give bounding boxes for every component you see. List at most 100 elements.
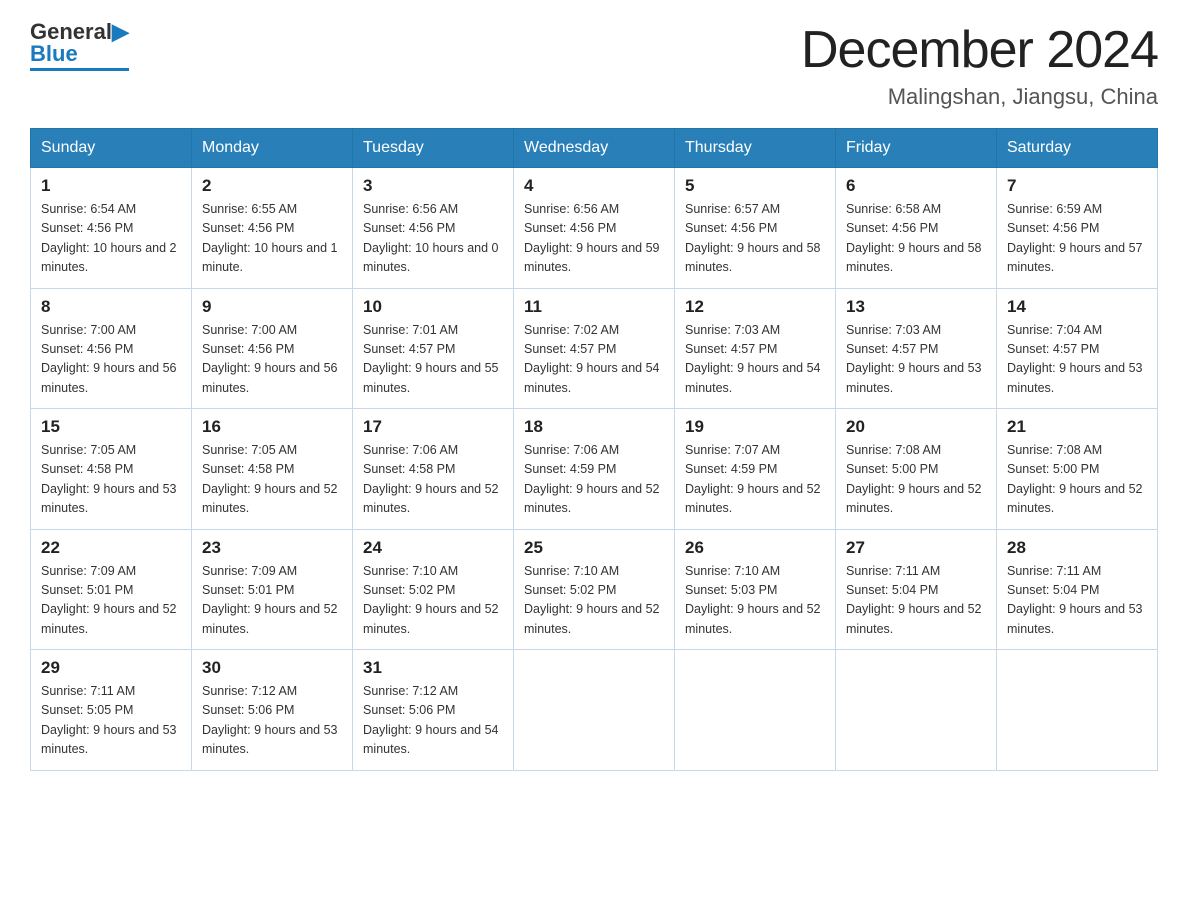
table-row: 17 Sunrise: 7:06 AMSunset: 4:58 PMDaylig… bbox=[353, 409, 514, 530]
day-number: 13 bbox=[846, 297, 986, 317]
day-number: 6 bbox=[846, 176, 986, 196]
day-info: Sunrise: 7:09 AMSunset: 5:01 PMDaylight:… bbox=[202, 564, 338, 636]
table-row: 23 Sunrise: 7:09 AMSunset: 5:01 PMDaylig… bbox=[192, 529, 353, 650]
day-number: 23 bbox=[202, 538, 342, 558]
col-monday: Monday bbox=[192, 129, 353, 168]
calendar-week-row: 15 Sunrise: 7:05 AMSunset: 4:58 PMDaylig… bbox=[31, 409, 1158, 530]
table-row: 7 Sunrise: 6:59 AMSunset: 4:56 PMDayligh… bbox=[997, 168, 1158, 289]
logo-blue-text: Blue bbox=[30, 42, 78, 66]
day-number: 16 bbox=[202, 417, 342, 437]
table-row bbox=[836, 650, 997, 771]
day-info: Sunrise: 7:07 AMSunset: 4:59 PMDaylight:… bbox=[685, 443, 821, 515]
table-row: 30 Sunrise: 7:12 AMSunset: 5:06 PMDaylig… bbox=[192, 650, 353, 771]
logo: General▶ Blue bbox=[30, 20, 129, 71]
day-info: Sunrise: 6:58 AMSunset: 4:56 PMDaylight:… bbox=[846, 202, 982, 274]
table-row: 31 Sunrise: 7:12 AMSunset: 5:06 PMDaylig… bbox=[353, 650, 514, 771]
table-row: 25 Sunrise: 7:10 AMSunset: 5:02 PMDaylig… bbox=[514, 529, 675, 650]
calendar-subtitle: Malingshan, Jiangsu, China bbox=[801, 84, 1158, 110]
day-number: 20 bbox=[846, 417, 986, 437]
day-info: Sunrise: 7:04 AMSunset: 4:57 PMDaylight:… bbox=[1007, 323, 1143, 395]
day-info: Sunrise: 7:11 AMSunset: 5:04 PMDaylight:… bbox=[846, 564, 982, 636]
table-row: 11 Sunrise: 7:02 AMSunset: 4:57 PMDaylig… bbox=[514, 288, 675, 409]
day-info: Sunrise: 7:05 AMSunset: 4:58 PMDaylight:… bbox=[202, 443, 338, 515]
calendar-week-row: 8 Sunrise: 7:00 AMSunset: 4:56 PMDayligh… bbox=[31, 288, 1158, 409]
day-number: 19 bbox=[685, 417, 825, 437]
calendar-week-row: 22 Sunrise: 7:09 AMSunset: 5:01 PMDaylig… bbox=[31, 529, 1158, 650]
day-info: Sunrise: 7:03 AMSunset: 4:57 PMDaylight:… bbox=[685, 323, 821, 395]
table-row: 2 Sunrise: 6:55 AMSunset: 4:56 PMDayligh… bbox=[192, 168, 353, 289]
day-info: Sunrise: 7:00 AMSunset: 4:56 PMDaylight:… bbox=[202, 323, 338, 395]
table-row bbox=[514, 650, 675, 771]
day-number: 29 bbox=[41, 658, 181, 678]
calendar-header-row: Sunday Monday Tuesday Wednesday Thursday… bbox=[31, 129, 1158, 168]
day-info: Sunrise: 6:57 AMSunset: 4:56 PMDaylight:… bbox=[685, 202, 821, 274]
day-info: Sunrise: 7:02 AMSunset: 4:57 PMDaylight:… bbox=[524, 323, 660, 395]
day-number: 21 bbox=[1007, 417, 1147, 437]
logo-underline bbox=[30, 68, 129, 71]
day-number: 17 bbox=[363, 417, 503, 437]
day-number: 12 bbox=[685, 297, 825, 317]
day-info: Sunrise: 7:08 AMSunset: 5:00 PMDaylight:… bbox=[846, 443, 982, 515]
table-row: 18 Sunrise: 7:06 AMSunset: 4:59 PMDaylig… bbox=[514, 409, 675, 530]
day-info: Sunrise: 6:56 AMSunset: 4:56 PMDaylight:… bbox=[524, 202, 660, 274]
table-row: 3 Sunrise: 6:56 AMSunset: 4:56 PMDayligh… bbox=[353, 168, 514, 289]
day-number: 31 bbox=[363, 658, 503, 678]
day-info: Sunrise: 6:56 AMSunset: 4:56 PMDaylight:… bbox=[363, 202, 499, 274]
day-info: Sunrise: 7:11 AMSunset: 5:04 PMDaylight:… bbox=[1007, 564, 1143, 636]
day-number: 7 bbox=[1007, 176, 1147, 196]
calendar-table: Sunday Monday Tuesday Wednesday Thursday… bbox=[30, 128, 1158, 771]
table-row: 10 Sunrise: 7:01 AMSunset: 4:57 PMDaylig… bbox=[353, 288, 514, 409]
table-row: 22 Sunrise: 7:09 AMSunset: 5:01 PMDaylig… bbox=[31, 529, 192, 650]
table-row: 26 Sunrise: 7:10 AMSunset: 5:03 PMDaylig… bbox=[675, 529, 836, 650]
day-info: Sunrise: 7:11 AMSunset: 5:05 PMDaylight:… bbox=[41, 684, 177, 756]
day-info: Sunrise: 7:10 AMSunset: 5:03 PMDaylight:… bbox=[685, 564, 821, 636]
table-row: 9 Sunrise: 7:00 AMSunset: 4:56 PMDayligh… bbox=[192, 288, 353, 409]
day-info: Sunrise: 6:59 AMSunset: 4:56 PMDaylight:… bbox=[1007, 202, 1143, 274]
table-row bbox=[675, 650, 836, 771]
table-row: 29 Sunrise: 7:11 AMSunset: 5:05 PMDaylig… bbox=[31, 650, 192, 771]
day-number: 2 bbox=[202, 176, 342, 196]
day-number: 26 bbox=[685, 538, 825, 558]
table-row: 16 Sunrise: 7:05 AMSunset: 4:58 PMDaylig… bbox=[192, 409, 353, 530]
col-sunday: Sunday bbox=[31, 129, 192, 168]
day-number: 27 bbox=[846, 538, 986, 558]
table-row: 12 Sunrise: 7:03 AMSunset: 4:57 PMDaylig… bbox=[675, 288, 836, 409]
table-row: 6 Sunrise: 6:58 AMSunset: 4:56 PMDayligh… bbox=[836, 168, 997, 289]
table-row: 21 Sunrise: 7:08 AMSunset: 5:00 PMDaylig… bbox=[997, 409, 1158, 530]
day-number: 25 bbox=[524, 538, 664, 558]
title-area: December 2024 Malingshan, Jiangsu, China bbox=[801, 20, 1158, 110]
table-row: 4 Sunrise: 6:56 AMSunset: 4:56 PMDayligh… bbox=[514, 168, 675, 289]
table-row: 19 Sunrise: 7:07 AMSunset: 4:59 PMDaylig… bbox=[675, 409, 836, 530]
day-number: 14 bbox=[1007, 297, 1147, 317]
day-number: 11 bbox=[524, 297, 664, 317]
day-number: 8 bbox=[41, 297, 181, 317]
table-row: 1 Sunrise: 6:54 AMSunset: 4:56 PMDayligh… bbox=[31, 168, 192, 289]
col-wednesday: Wednesday bbox=[514, 129, 675, 168]
day-info: Sunrise: 7:10 AMSunset: 5:02 PMDaylight:… bbox=[363, 564, 499, 636]
day-info: Sunrise: 7:06 AMSunset: 4:59 PMDaylight:… bbox=[524, 443, 660, 515]
page-header: General▶ Blue December 2024 Malingshan, … bbox=[30, 20, 1158, 110]
table-row: 15 Sunrise: 7:05 AMSunset: 4:58 PMDaylig… bbox=[31, 409, 192, 530]
day-number: 1 bbox=[41, 176, 181, 196]
col-saturday: Saturday bbox=[997, 129, 1158, 168]
table-row bbox=[997, 650, 1158, 771]
day-info: Sunrise: 7:12 AMSunset: 5:06 PMDaylight:… bbox=[202, 684, 338, 756]
table-row: 24 Sunrise: 7:10 AMSunset: 5:02 PMDaylig… bbox=[353, 529, 514, 650]
day-number: 30 bbox=[202, 658, 342, 678]
calendar-week-row: 1 Sunrise: 6:54 AMSunset: 4:56 PMDayligh… bbox=[31, 168, 1158, 289]
day-number: 24 bbox=[363, 538, 503, 558]
day-number: 3 bbox=[363, 176, 503, 196]
day-number: 9 bbox=[202, 297, 342, 317]
table-row: 27 Sunrise: 7:11 AMSunset: 5:04 PMDaylig… bbox=[836, 529, 997, 650]
day-info: Sunrise: 7:06 AMSunset: 4:58 PMDaylight:… bbox=[363, 443, 499, 515]
day-info: Sunrise: 7:12 AMSunset: 5:06 PMDaylight:… bbox=[363, 684, 499, 756]
day-info: Sunrise: 7:03 AMSunset: 4:57 PMDaylight:… bbox=[846, 323, 982, 395]
day-number: 5 bbox=[685, 176, 825, 196]
day-number: 10 bbox=[363, 297, 503, 317]
day-number: 4 bbox=[524, 176, 664, 196]
day-info: Sunrise: 6:55 AMSunset: 4:56 PMDaylight:… bbox=[202, 202, 338, 274]
day-number: 18 bbox=[524, 417, 664, 437]
day-info: Sunrise: 7:09 AMSunset: 5:01 PMDaylight:… bbox=[41, 564, 177, 636]
day-number: 15 bbox=[41, 417, 181, 437]
day-number: 28 bbox=[1007, 538, 1147, 558]
